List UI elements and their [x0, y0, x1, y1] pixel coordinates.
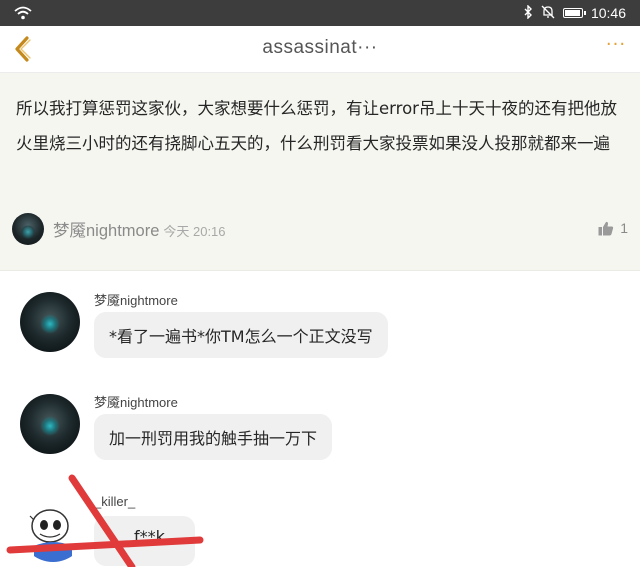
- post-author[interactable]: 梦魇nightmore: [53, 217, 159, 241]
- status-time: 10:46: [590, 5, 626, 21]
- comment-bubble[interactable]: f**k: [94, 516, 195, 566]
- battery-icon: [562, 8, 586, 18]
- status-bar: 10:46: [0, 0, 640, 26]
- comment-bubble[interactable]: 加一刑罚用我的触手抽一万下: [94, 414, 333, 460]
- like-count: 1: [620, 220, 628, 236]
- comment-avatar[interactable]: [20, 292, 80, 352]
- comment-bubble[interactable]: *看了一遍书*你TM怎么一个正文没写: [94, 312, 388, 358]
- comment-author[interactable]: 梦魇nightmore: [94, 290, 178, 309]
- page-title: assassinat···: [262, 37, 378, 58]
- app-header: assassinat··· ···: [0, 26, 640, 73]
- post-meta: 梦魇nightmore 今天 20:16: [12, 211, 226, 247]
- bell-off-icon: [541, 4, 555, 23]
- post-body: 所以我打算惩罚这家伙，大家想要什么惩罚，有让error吊上十天十夜的还有把他放火…: [16, 99, 617, 153]
- comment-avatar[interactable]: [20, 496, 86, 562]
- like-button[interactable]: 1: [598, 220, 628, 236]
- author-avatar[interactable]: [12, 213, 44, 245]
- wifi-icon: [14, 5, 32, 24]
- skull-avatar-icon: [21, 497, 85, 562]
- bluetooth-icon: [523, 3, 533, 23]
- comment-author[interactable]: _killer_: [94, 494, 135, 509]
- more-options-button[interactable]: ···: [604, 36, 628, 60]
- thumbs-up-icon: [598, 221, 614, 235]
- more-icon: ···: [605, 34, 627, 55]
- comment-author[interactable]: 梦魇nightmore: [94, 392, 178, 411]
- post-card: 所以我打算惩罚这家伙，大家想要什么惩罚，有让error吊上十天十夜的还有把他放火…: [0, 73, 640, 271]
- comment-avatar[interactable]: [20, 394, 80, 454]
- post-time: 今天 20:16: [163, 223, 226, 239]
